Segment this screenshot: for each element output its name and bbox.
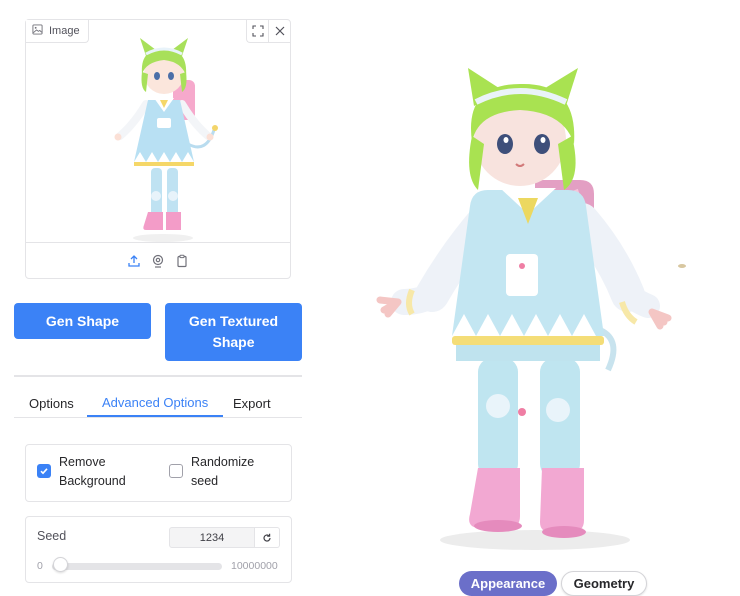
close-icon[interactable] bbox=[268, 20, 290, 42]
image-icon bbox=[32, 24, 43, 38]
input-image-preview bbox=[114, 38, 218, 242]
tab-export[interactable]: Export bbox=[233, 390, 271, 416]
seed-input[interactable]: 1234 bbox=[169, 527, 255, 548]
seed-label: Seed bbox=[37, 529, 67, 543]
image-label-text: Image bbox=[49, 25, 80, 37]
upload-icon[interactable] bbox=[126, 253, 142, 269]
seed-slider-min: 0 bbox=[37, 560, 43, 572]
image-source-toolbar bbox=[26, 242, 290, 278]
remove-background-option[interactable]: Remove Background bbox=[37, 453, 139, 491]
randomize-seed-checkbox[interactable] bbox=[169, 464, 183, 478]
image-input-panel[interactable]: Image bbox=[25, 19, 291, 279]
randomize-seed-option[interactable]: Randomize seed bbox=[169, 453, 261, 491]
seed-slider-track[interactable] bbox=[52, 563, 222, 570]
reset-icon[interactable] bbox=[255, 527, 280, 548]
options-tabs: Options Advanced Options Export bbox=[14, 390, 302, 418]
section-divider bbox=[14, 375, 302, 377]
gen-textured-label: Gen Textured Shape bbox=[188, 313, 279, 350]
randomize-seed-label: Randomize seed bbox=[191, 455, 255, 488]
gen-shape-label: Gen Shape bbox=[45, 312, 120, 329]
gen-shape-button[interactable]: Gen Shape bbox=[14, 303, 151, 339]
remove-background-label: Remove Background bbox=[59, 455, 126, 488]
remove-background-checkbox[interactable] bbox=[37, 464, 51, 478]
tab-advanced-options[interactable]: Advanced Options bbox=[87, 390, 224, 417]
image-actions bbox=[246, 20, 290, 43]
seed-control: Seed 1234 0 10000000 bbox=[25, 516, 292, 583]
fullscreen-icon[interactable] bbox=[247, 20, 268, 42]
3d-model-viewer[interactable] bbox=[360, 40, 710, 570]
webcam-icon[interactable] bbox=[150, 253, 166, 269]
image-label: Image bbox=[26, 20, 89, 43]
appearance-tab[interactable]: Appearance bbox=[459, 571, 557, 596]
viewer-mode-tabs: Appearance Geometry bbox=[459, 571, 647, 596]
geometry-tab[interactable]: Geometry bbox=[561, 571, 647, 596]
seed-slider-max: 10000000 bbox=[231, 560, 278, 572]
gen-textured-shape-button[interactable]: Gen Textured Shape bbox=[165, 303, 302, 361]
background-seed-options: Remove Background Randomize seed bbox=[25, 444, 292, 502]
check-icon bbox=[40, 468, 48, 475]
clipboard-icon[interactable] bbox=[174, 253, 190, 269]
tab-options[interactable]: Options bbox=[29, 390, 74, 416]
seed-slider-thumb[interactable] bbox=[53, 557, 68, 572]
